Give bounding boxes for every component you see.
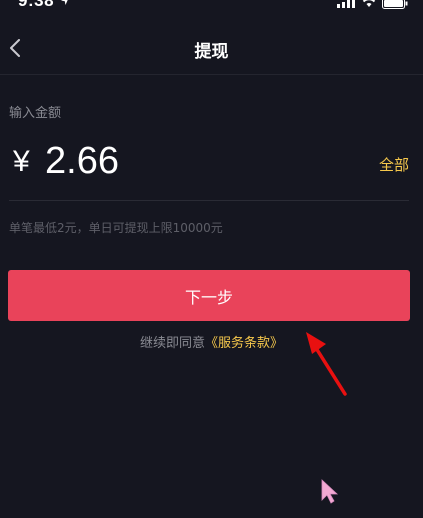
battery-icon (382, 0, 408, 9)
amount-row: ¥ 全部 (9, 137, 409, 193)
amount-input[interactable] (45, 139, 295, 183)
divider (9, 200, 409, 201)
terms-prefix: 继续即同意 (139, 336, 205, 351)
annotation-arrow-icon (306, 332, 347, 396)
wifi-icon (362, 0, 376, 7)
withdraw-screen: 9:38 提现 输入金额 ¥ 全部 (0, 0, 423, 518)
withdraw-all-button[interactable]: 全部 (379, 154, 409, 175)
pointer-cursor-icon (321, 479, 339, 504)
terms-of-service-link[interactable]: 《服务条款》 (205, 336, 283, 351)
nav-bar: 提现 (0, 22, 423, 75)
status-time: 9:38 (18, 0, 55, 10)
page-title: 提现 (194, 42, 229, 62)
location-arrow-icon (61, 0, 68, 5)
next-step-button[interactable]: 下一步 (8, 270, 410, 321)
limit-hint: 单笔最低2元，单日可提现上限10000元 (9, 221, 223, 235)
currency-symbol: ¥ (13, 145, 30, 178)
status-bar: 9:38 (0, 0, 423, 18)
amount-label: 输入金额 (9, 106, 62, 121)
signal-icon (337, 0, 355, 8)
